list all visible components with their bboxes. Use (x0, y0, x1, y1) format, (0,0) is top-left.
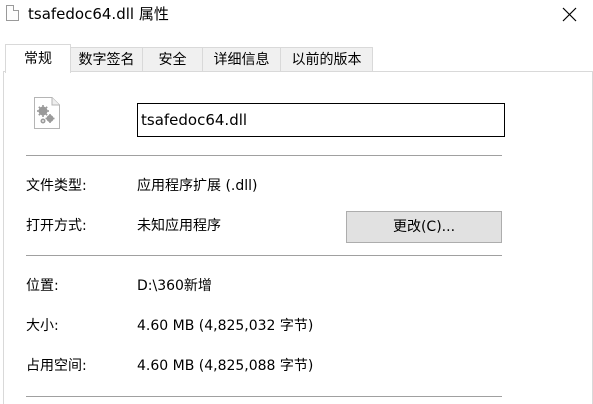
divider (26, 396, 502, 397)
change-button[interactable]: 更改(C)... (346, 211, 502, 243)
divider (26, 155, 502, 156)
close-button[interactable] (547, 0, 593, 30)
size-on-disk-label: 占用空间: (26, 358, 87, 374)
dll-file-icon (6, 5, 19, 21)
location-value: D:\360新增 (137, 278, 212, 294)
size-on-disk-value: 4.60 MB (4,825,088 字节) (137, 358, 314, 374)
opens-with-label: 打开方式: (26, 218, 87, 234)
file-name-field[interactable] (137, 103, 505, 137)
file-type-label: 文件类型: (26, 178, 87, 194)
divider (26, 255, 502, 256)
dll-gear-file-icon (34, 97, 60, 129)
properties-window: tsafedoc64.dll 属性 常规 数字签名 安全 详细信息 以前的版本 (0, 0, 593, 404)
opens-with-value: 未知应用程序 (137, 218, 221, 234)
tab-details[interactable]: 详细信息 (202, 47, 281, 71)
tab-security[interactable]: 安全 (142, 47, 203, 71)
file-type-value: 应用程序扩展 (.dll) (137, 178, 258, 194)
tab-general[interactable]: 常规 (5, 44, 71, 73)
close-icon (562, 7, 577, 22)
window-title: tsafedoc64.dll 属性 (28, 5, 169, 23)
tab-digital-signatures[interactable]: 数字签名 (70, 47, 143, 71)
tab-strip: 常规 数字签名 安全 详细信息 以前的版本 (3, 44, 593, 73)
location-label: 位置: (26, 278, 59, 294)
size-label: 大小: (26, 318, 59, 334)
title-bar: tsafedoc64.dll 属性 (0, 0, 593, 30)
tab-previous-versions[interactable]: 以前的版本 (280, 47, 373, 71)
size-value: 4.60 MB (4,825,032 字节) (137, 318, 314, 334)
